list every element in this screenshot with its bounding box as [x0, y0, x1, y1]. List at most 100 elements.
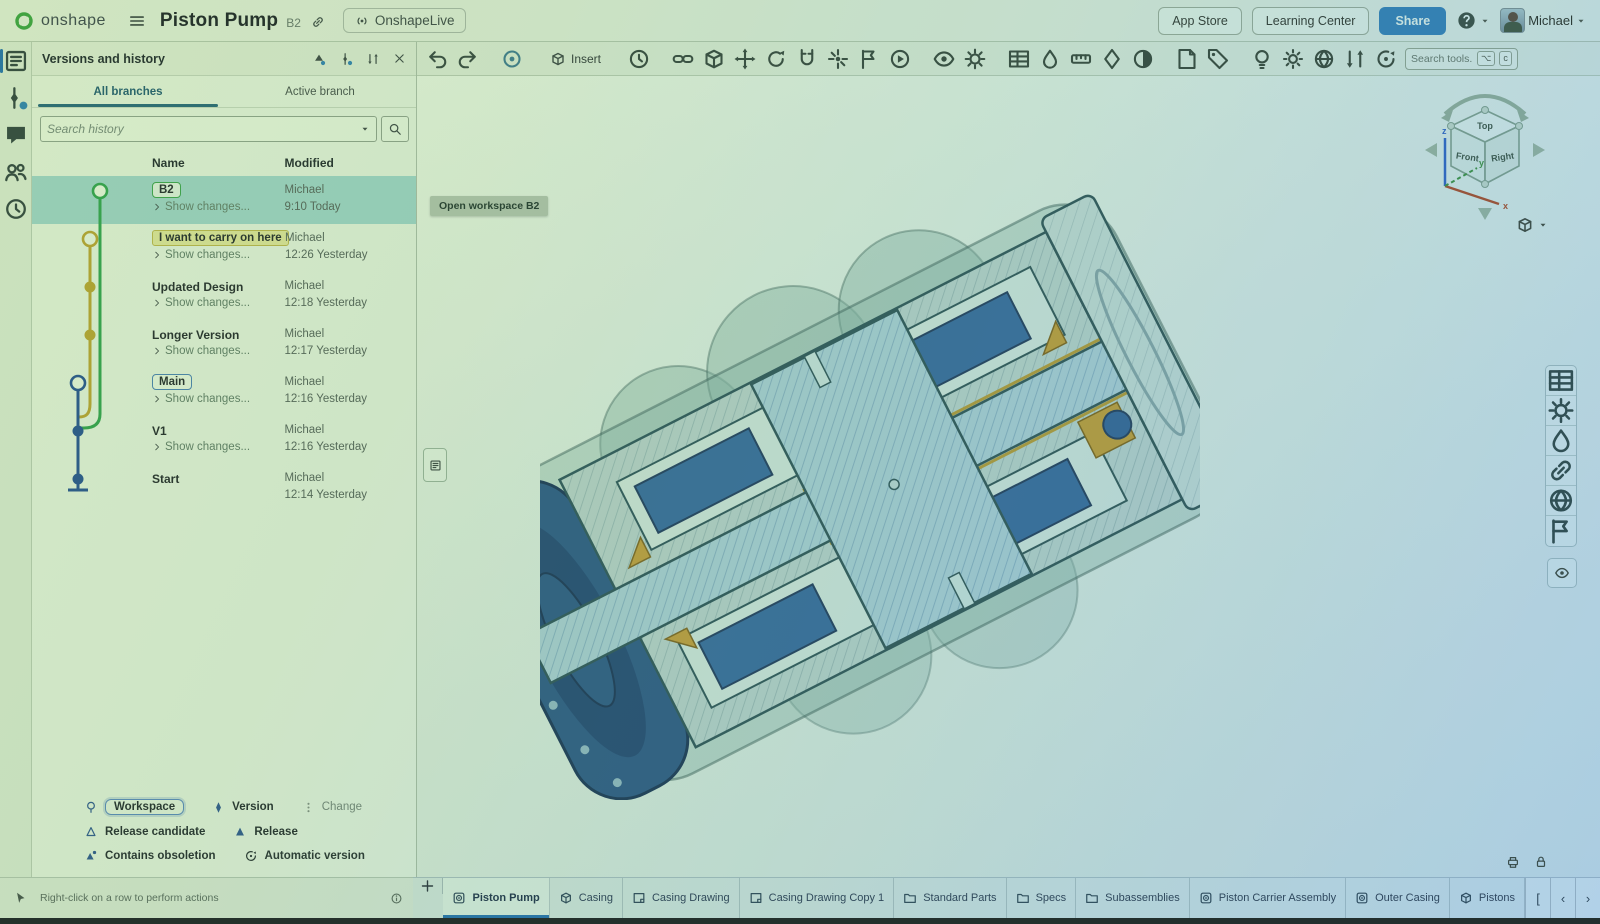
version-row-main[interactable]: Main Show changes... Michael12:16 Yester… — [32, 368, 416, 416]
compare-tool-icon[interactable] — [1343, 47, 1367, 71]
tab-casing[interactable]: Casing — [550, 878, 623, 918]
3d-viewport[interactable]: Open workspace B2 Top Front Right z x y — [417, 76, 1600, 877]
tab-outer-casing[interactable]: Outer Casing — [1346, 878, 1450, 918]
tab-piston-carrier-assembly[interactable]: Piston Carrier Assembly — [1190, 878, 1346, 918]
onshape-logo[interactable]: onshape — [14, 11, 106, 31]
display-states-icon[interactable] — [932, 47, 956, 71]
visibility-tool-button[interactable] — [1547, 558, 1577, 588]
document-menu-icon[interactable] — [128, 12, 146, 30]
history-icon[interactable] — [3, 196, 29, 222]
comments-icon[interactable] — [3, 122, 29, 148]
document-title[interactable]: Piston Pump — [160, 10, 278, 32]
feature-filter-icon[interactable] — [1546, 516, 1576, 546]
history-tool-icon[interactable] — [627, 47, 651, 71]
move-part-icon[interactable] — [733, 47, 757, 71]
appearance-panel-icon[interactable] — [1546, 426, 1576, 456]
linked-documents-panel-icon[interactable] — [1546, 456, 1576, 486]
show-changes-link[interactable]: Show changes... — [152, 441, 250, 453]
sharing-panel-icon[interactable] — [1546, 486, 1576, 516]
panel-collapse-handle[interactable] — [423, 448, 447, 482]
auto-update-icon[interactable] — [1374, 47, 1398, 71]
view-options-menu[interactable] — [1516, 216, 1548, 234]
tab-prev-button[interactable]: ‹ — [1550, 878, 1575, 918]
tab-pistons[interactable]: Pistons — [1450, 878, 1525, 918]
share-view-icon[interactable] — [1312, 47, 1336, 71]
appearance-icon[interactable] — [1038, 47, 1062, 71]
search-history-input[interactable] — [47, 122, 360, 136]
workspace-badge[interactable]: Main — [152, 374, 192, 390]
version-name[interactable]: Longer Version — [152, 326, 239, 342]
insert-button[interactable]: Insert — [544, 49, 607, 69]
share-button[interactable]: Share — [1379, 7, 1446, 35]
tab-casing-drawing[interactable]: Casing Drawing — [623, 878, 740, 918]
rotate-part-icon[interactable] — [764, 47, 788, 71]
version-row-longer-version[interactable]: Longer Version Show changes... Michael12… — [32, 320, 416, 368]
workspace-badge[interactable]: B2 — [152, 182, 181, 198]
tab-casing-drawing-copy-1[interactable]: Casing Drawing Copy 1 — [740, 878, 895, 918]
tab-piston-pump[interactable]: Piston Pump — [443, 878, 549, 918]
bom-icon[interactable] — [1007, 47, 1031, 71]
version-row-v1[interactable]: V1 Show changes... Michael12:16 Yesterda… — [32, 416, 416, 464]
undo-icon[interactable] — [425, 47, 449, 71]
help-menu[interactable] — [1456, 10, 1490, 31]
chevron-down-icon[interactable] — [360, 124, 370, 134]
redo-icon[interactable] — [456, 47, 480, 71]
show-changes-link[interactable]: Show changes... — [152, 345, 250, 357]
create-version-icon[interactable] — [3, 85, 29, 111]
version-name[interactable]: Updated Design — [152, 278, 243, 294]
workspace-badge[interactable]: I want to carry on here — [152, 230, 289, 246]
version-row-updated-design[interactable]: Updated Design Show changes... Michael12… — [32, 272, 416, 320]
named-positions-icon[interactable] — [857, 47, 881, 71]
explode-icon[interactable] — [826, 47, 850, 71]
show-changes-link[interactable]: Show changes... — [152, 393, 250, 405]
learning-center-button[interactable]: Learning Center — [1252, 7, 1370, 35]
piston-pump-model[interactable] — [540, 160, 1200, 800]
versions-panel-icon[interactable] — [3, 48, 29, 74]
tab-manager-button[interactable]: [ — [1525, 878, 1550, 918]
mass-properties-icon[interactable] — [1100, 47, 1124, 71]
tab-all-branches[interactable]: All branches — [32, 76, 224, 107]
tab-standard-parts[interactable]: Standard Parts — [894, 878, 1006, 918]
search-tools-input[interactable] — [1411, 53, 1473, 65]
render-icon[interactable] — [1281, 47, 1305, 71]
version-row-b2[interactable]: B2 Show changes... Michael9:10 Today — [32, 176, 416, 224]
printer-icon[interactable] — [1506, 855, 1520, 869]
follow-mode-icon[interactable] — [3, 159, 29, 185]
isolate-icon[interactable] — [1250, 47, 1274, 71]
measure-icon[interactable] — [1069, 47, 1093, 71]
configurations-icon[interactable] — [963, 47, 987, 71]
sheet-metal-icon[interactable] — [1175, 47, 1199, 71]
show-changes-link[interactable]: Show changes... — [152, 249, 250, 261]
link-icon[interactable] — [311, 15, 325, 29]
snap-mode-icon[interactable] — [795, 47, 819, 71]
configurations-panel-icon[interactable] — [1546, 396, 1576, 426]
tab-subassemblies[interactable]: Subassemblies — [1076, 878, 1190, 918]
search-button[interactable] — [381, 116, 409, 142]
group-icon[interactable] — [702, 47, 726, 71]
compare-icon[interactable] — [366, 52, 380, 66]
user-menu[interactable]: Michael — [1500, 8, 1586, 33]
animate-icon[interactable] — [888, 47, 912, 71]
close-icon[interactable] — [393, 52, 406, 65]
tab-next-button[interactable]: › — [1575, 878, 1600, 918]
info-icon[interactable] — [390, 892, 403, 905]
section-view-icon[interactable] — [1131, 47, 1155, 71]
tag-icon[interactable] — [1206, 47, 1230, 71]
show-changes-link[interactable]: Show changes... — [152, 297, 250, 309]
tab-specs[interactable]: Specs — [1007, 878, 1077, 918]
create-version-icon[interactable] — [339, 52, 353, 66]
version-name[interactable]: V1 — [152, 422, 167, 438]
version-row-start[interactable]: Start Michael12:14 Yesterday — [32, 464, 416, 512]
new-tab-button[interactable] — [413, 878, 443, 894]
tab-active-branch[interactable]: Active branch — [224, 76, 416, 107]
show-changes-link[interactable]: Show changes... — [152, 201, 250, 213]
onshape-live-badge[interactable]: OnshapeLive — [343, 8, 467, 33]
search-history-combobox[interactable] — [40, 116, 377, 142]
search-tools-box[interactable]: ⌥ c — [1405, 48, 1518, 70]
bom-panel-icon[interactable] — [1546, 366, 1576, 396]
version-name[interactable]: Start — [152, 470, 179, 486]
app-store-button[interactable]: App Store — [1158, 7, 1242, 35]
version-row-carry-on[interactable]: I want to carry on here Show changes... … — [32, 224, 416, 272]
view-cube[interactable]: Top Front Right z x y — [1415, 88, 1555, 228]
mate-icon[interactable] — [671, 47, 695, 71]
